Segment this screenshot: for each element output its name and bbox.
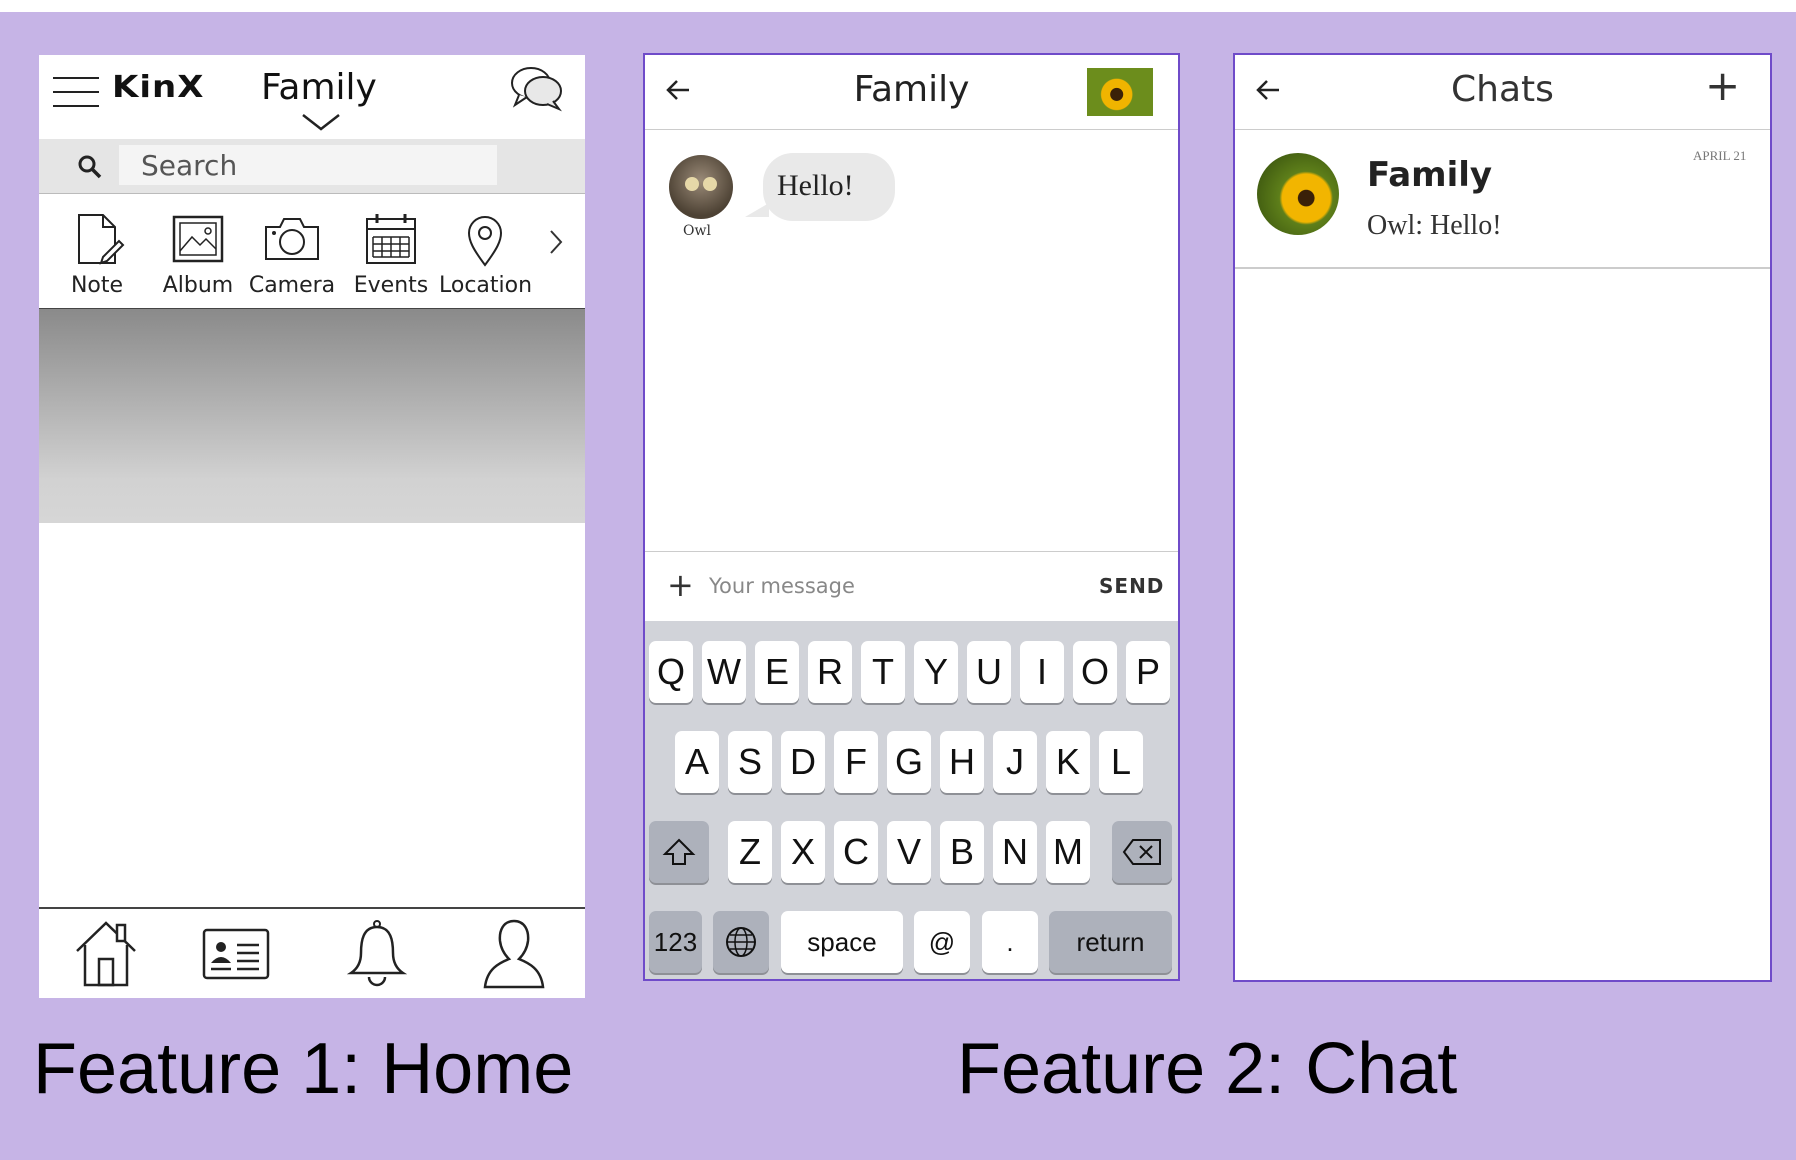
key-c[interactable]: C: [834, 821, 878, 883]
new-chat-button[interactable]: +: [1705, 61, 1740, 110]
group-photo-thumbnail[interactable]: [1087, 68, 1153, 116]
key-f[interactable]: F: [834, 731, 878, 793]
key-o[interactable]: O: [1073, 641, 1117, 703]
backspace-key[interactable]: [1112, 821, 1172, 883]
group-title[interactable]: Family: [261, 67, 377, 108]
sender-name: Owl: [683, 223, 711, 239]
owl-avatar[interactable]: [669, 155, 733, 219]
action-label: Location: [439, 273, 533, 298]
attach-plus-icon[interactable]: +: [667, 566, 694, 604]
search-bar: Search: [39, 139, 585, 194]
bottom-nav: [39, 907, 585, 998]
message-text: Hello!: [777, 169, 854, 202]
banner-image: [39, 309, 585, 523]
caption-feature-2: Feature 2: Chat: [957, 1029, 1458, 1109]
key-t[interactable]: T: [861, 641, 905, 703]
key-u[interactable]: U: [967, 641, 1011, 703]
key-l[interactable]: L: [1099, 731, 1143, 793]
location-pin-icon: [467, 216, 503, 267]
bell-icon[interactable]: [347, 917, 407, 989]
send-button[interactable]: SEND: [1099, 574, 1164, 598]
profile-icon[interactable]: [479, 917, 549, 991]
message-composer: + Your message SEND: [645, 551, 1178, 622]
key-m[interactable]: M: [1046, 821, 1090, 883]
key-z[interactable]: Z: [728, 821, 772, 883]
search-placeholder: Search: [141, 149, 238, 182]
key-i[interactable]: I: [1020, 641, 1064, 703]
note-icon: [78, 214, 125, 265]
key-g[interactable]: G: [887, 731, 931, 793]
action-camera[interactable]: Camera: [246, 211, 338, 298]
chat-list-header: Chats +: [1235, 55, 1770, 130]
conversation-row[interactable]: Family Owl: Hello! APRIL 21: [1235, 130, 1770, 269]
key-j[interactable]: J: [993, 731, 1037, 793]
shift-arrow-icon: [662, 838, 696, 865]
shift-key[interactable]: [649, 821, 709, 883]
dot-key[interactable]: .: [982, 911, 1038, 973]
chevron-right-icon[interactable]: [547, 227, 565, 257]
key-d[interactable]: D: [781, 731, 825, 793]
camera-icon: [265, 218, 319, 260]
globe-icon: [726, 927, 756, 957]
key-s[interactable]: S: [728, 731, 772, 793]
key-w[interactable]: W: [702, 641, 746, 703]
key-n[interactable]: N: [993, 821, 1037, 883]
message-bubble: Hello!: [763, 153, 895, 221]
conversation-last-message: Owl: Hello!: [1367, 210, 1502, 241]
action-album[interactable]: Album: [152, 211, 244, 298]
search-icon: [78, 155, 102, 179]
contacts-card-icon[interactable]: [201, 927, 271, 981]
chevron-down-icon[interactable]: [301, 113, 341, 133]
action-label: Note: [70, 273, 124, 298]
at-key[interactable]: @: [914, 911, 970, 973]
action-label: Camera: [248, 273, 336, 298]
chat-room-screen: Family Owl Hello! + Your message SEND Q …: [643, 53, 1180, 981]
action-location[interactable]: Location: [439, 211, 533, 298]
action-events[interactable]: Events: [345, 211, 437, 298]
chat-bubbles-icon[interactable]: [509, 63, 565, 115]
key-h[interactable]: H: [940, 731, 984, 793]
space-key[interactable]: space: [781, 911, 903, 973]
search-input[interactable]: Search: [119, 145, 497, 185]
bubble-tail: [745, 203, 769, 217]
keyboard: Q W E R T Y U I O P A S D F G H J K L Z: [645, 621, 1178, 979]
globe-key[interactable]: [713, 911, 769, 973]
menu-icon[interactable]: [53, 77, 99, 107]
key-p[interactable]: P: [1126, 641, 1170, 703]
calendar-icon: [366, 214, 416, 264]
key-b[interactable]: B: [940, 821, 984, 883]
conversation-name: Family: [1367, 155, 1493, 195]
key-x[interactable]: X: [781, 821, 825, 883]
home-header: KinX Family: [39, 55, 585, 139]
key-y[interactable]: Y: [914, 641, 958, 703]
action-label: Album: [162, 273, 234, 298]
key-a[interactable]: A: [675, 731, 719, 793]
home-screen: KinX Family Search Note Album Camera Eve…: [39, 55, 585, 998]
chat-list-screen: Chats + Family Owl: Hello! APRIL 21: [1233, 53, 1772, 982]
return-key[interactable]: return: [1049, 911, 1172, 973]
key-k[interactable]: K: [1046, 731, 1090, 793]
action-label: Events: [353, 273, 429, 298]
key-v[interactable]: V: [887, 821, 931, 883]
action-note[interactable]: Note: [51, 211, 143, 298]
key-r[interactable]: R: [808, 641, 852, 703]
numbers-key[interactable]: 123: [649, 911, 702, 973]
home-icon[interactable]: [73, 917, 139, 989]
caption-feature-1: Feature 1: Home: [33, 1029, 574, 1109]
conversation-avatar: [1257, 153, 1339, 235]
key-q[interactable]: Q: [649, 641, 693, 703]
album-icon: [172, 215, 224, 263]
chat-room-header: Family: [645, 55, 1178, 130]
app-logo: KinX: [112, 69, 205, 105]
key-e[interactable]: E: [755, 641, 799, 703]
conversation-date: APRIL 21: [1693, 148, 1747, 163]
backspace-icon: [1122, 839, 1161, 865]
chat-list-title: Chats: [1451, 69, 1554, 110]
quick-actions: Note Album Camera Events Location: [39, 193, 585, 310]
message-input[interactable]: Your message: [709, 574, 855, 598]
top-strip: [0, 0, 1796, 12]
